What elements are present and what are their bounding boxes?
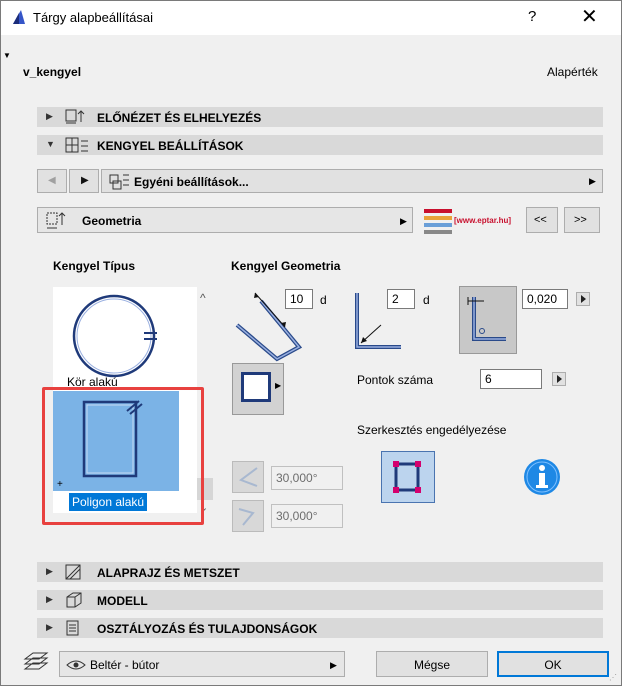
ok-label: OK (544, 658, 562, 672)
cover-input[interactable]: 0,020 (522, 289, 568, 309)
angle-up-icon (238, 467, 258, 487)
collapse-arrow-icon[interactable]: ▼ (3, 51, 11, 60)
settings-grid-icon (65, 137, 88, 153)
next-page-button[interactable]: ▶ (69, 169, 99, 193)
edit-nodes-icon (393, 461, 421, 493)
angle2-button[interactable] (232, 500, 264, 532)
cancel-label: Mégse (413, 658, 451, 672)
scroll-up-icon[interactable]: ^ (200, 291, 206, 305)
custom-settings-label: Egyéni beállítások... (134, 175, 249, 189)
angle2-input[interactable]: 30,000° (271, 504, 343, 528)
default-label[interactable]: Alapérték (547, 65, 598, 79)
classification-doc-icon (66, 620, 79, 636)
preview-placement-icon (65, 109, 85, 124)
dropdown-arrow-icon: ▶ (400, 216, 407, 226)
cover-icon (467, 297, 506, 341)
section-label: MODELL (97, 594, 148, 608)
help-button[interactable]: ? (528, 8, 536, 25)
resize-grip-icon[interactable]: ⋰ (609, 673, 617, 682)
section-model[interactable]: ▶ MODELL (37, 590, 603, 610)
edit-label: Szerkesztés engedélyezése (357, 423, 507, 437)
points-input[interactable]: 6 (480, 369, 542, 389)
dropdown-arrow-icon: ▶ (330, 660, 337, 670)
shape-arrow-icon: ▶ (275, 381, 282, 390)
info-icon[interactable] (522, 457, 562, 497)
dropdown-arrow-icon: ▶ (589, 176, 596, 186)
expand-arrow-icon: ▶ (46, 566, 53, 576)
nav-next-label: >> (574, 214, 587, 226)
layer-label: Beltér - bútor (90, 658, 160, 672)
geometry-title: Kengyel Geometria (231, 259, 341, 273)
angle1-button[interactable] (232, 461, 264, 493)
highlight-frame (42, 387, 204, 525)
section-stirrup-settings[interactable]: ▼ KENGYEL BEÁLLÍTÁSOK (37, 135, 603, 155)
points-arrow-button[interactable] (552, 372, 566, 386)
cancel-button[interactable]: Mégse (376, 651, 488, 677)
layers-icon (23, 652, 49, 670)
angle-down-icon (238, 508, 255, 526)
cover-preview[interactable] (459, 286, 517, 354)
section-floorplan[interactable]: ▶ ALAPRAJZ ÉS METSZET (37, 562, 603, 582)
title-bar: Tárgy alapbeállításai ? ✕ (1, 1, 621, 35)
bend-length-input[interactable]: 10 (285, 289, 313, 309)
bend-radius-input[interactable]: 2 (387, 289, 415, 309)
section-classification[interactable]: ▶ OSZTÁLYOZÁS ÉS TULAJDONSÁGOK (37, 618, 603, 638)
bend-length-unit: d (320, 293, 327, 307)
cover-arrow-button[interactable] (576, 292, 590, 306)
prev-page-button[interactable]: ◀ (37, 169, 67, 193)
expand-arrow-icon: ▶ (46, 622, 53, 632)
dialog-window: Tárgy alapbeállításai ? ✕ ▼ v_kengyel Al… (0, 0, 622, 686)
eptar-logo[interactable]: [www.eptar.hu] (422, 207, 518, 235)
type-item-circle[interactable]: Kör alakú (53, 287, 197, 389)
square-shape-icon (241, 372, 271, 402)
nav-next-button[interactable]: >> (564, 207, 600, 233)
expand-arrow-icon: ▶ (46, 594, 53, 604)
custom-settings-dropdown[interactable]: Egyéni beállítások... ▶ (101, 169, 603, 193)
section-label: ALAPRAJZ ÉS METSZET (97, 566, 240, 580)
nav-prev-label: << (534, 214, 547, 226)
section-preview[interactable]: ▶ ELŐNÉZET ÉS ELHELYEZÉS (37, 107, 603, 127)
collapse-arrow-icon: ▼ (46, 139, 55, 149)
bend-radius-unit: d (423, 293, 430, 307)
floorplan-section-icon (65, 564, 81, 580)
page-selector-label: Geometria (82, 214, 142, 228)
object-name: v_kengyel (23, 65, 82, 79)
points-label: Pontok száma (357, 373, 434, 387)
section-label: KENGYEL BEÁLLÍTÁSOK (97, 139, 244, 153)
angle1-input[interactable]: 30,000° (271, 466, 343, 490)
nav-prev-button[interactable]: << (526, 207, 558, 233)
expand-arrow-icon: ▶ (46, 111, 53, 121)
model-cube-icon (66, 592, 82, 608)
section-label: ELŐNÉZET ÉS ELHELYEZÉS (97, 111, 262, 125)
type-title: Kengyel Típus (53, 259, 136, 273)
archicad-app-icon (13, 10, 25, 24)
circle-stirrup-icon (72, 294, 157, 378)
eye-icon (66, 660, 86, 670)
geometry-page-icon (46, 212, 66, 229)
layer-dropdown[interactable]: Beltér - bútor ▶ (59, 651, 345, 677)
shape-selector[interactable]: ▶ (232, 363, 284, 415)
brand-text: [www.eptar.hu] (454, 216, 512, 225)
edit-toggle-button[interactable] (381, 451, 435, 503)
page-selector-dropdown[interactable]: Geometria ▶ (37, 207, 413, 233)
custom-settings-icon (109, 174, 129, 190)
close-button[interactable]: ✕ (581, 4, 598, 29)
window-title: Tárgy alapbeállításai (33, 10, 153, 25)
ok-button[interactable]: OK (497, 651, 609, 677)
section-label: OSZTÁLYOZÁS ÉS TULAJDONSÁGOK (97, 622, 318, 636)
